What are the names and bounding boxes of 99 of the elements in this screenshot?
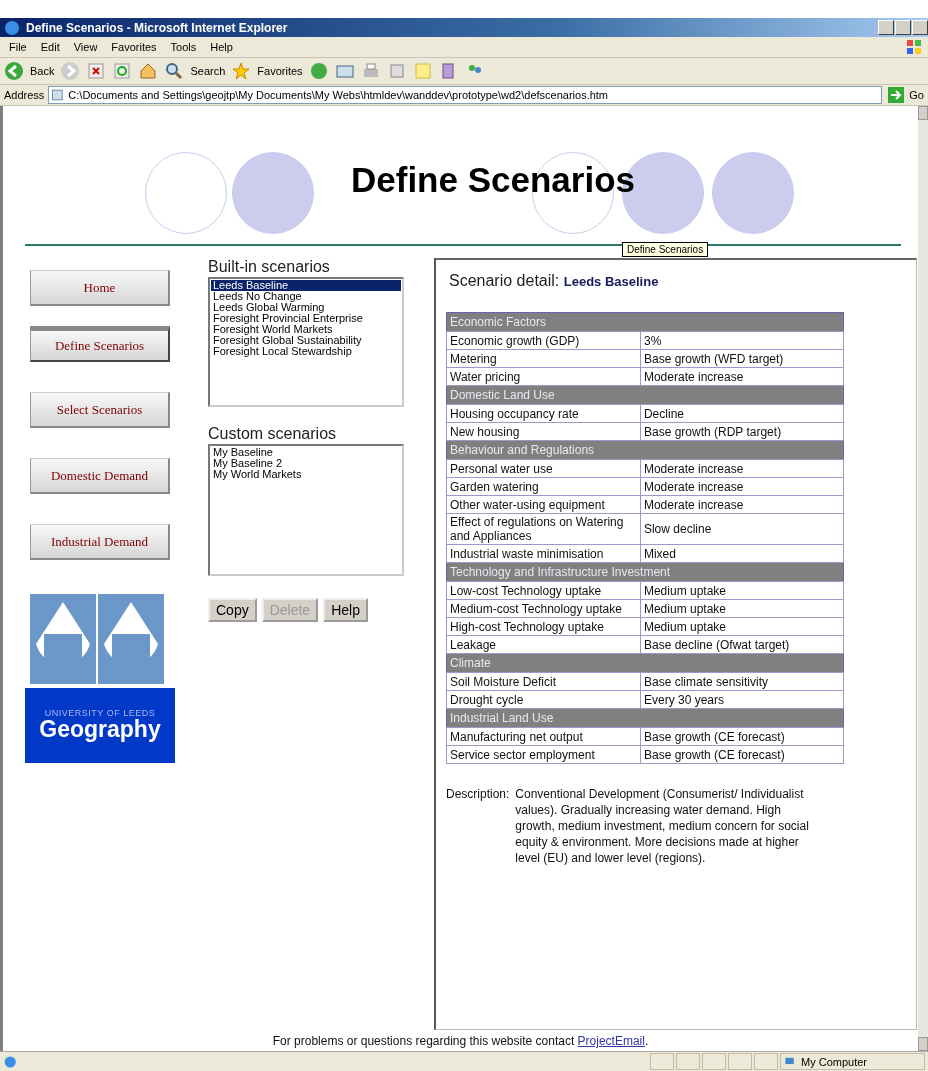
- table-cell: Every 30 years: [640, 690, 844, 709]
- go-button[interactable]: Go: [909, 89, 924, 101]
- windows-flag-icon: [904, 37, 924, 57]
- table-cell: New housing: [446, 422, 641, 441]
- status-pane: [650, 1053, 674, 1070]
- status-pane: [702, 1053, 726, 1070]
- close-button[interactable]: [912, 20, 928, 35]
- table-cell: Base growth (WFD target): [640, 349, 844, 368]
- nav-button[interactable]: Domestic Demand: [30, 458, 170, 494]
- list-label: Built-in scenarios: [208, 258, 331, 276]
- table-cell: Base growth (CE forecast): [640, 727, 844, 746]
- window-title: Define Scenarios - Microsoft Internet Explorer: [26, 20, 289, 35]
- back-icon[interactable]: [4, 61, 24, 81]
- table-cell: Manufacturing net output: [446, 727, 641, 746]
- table-cell: Base growth (CE forecast): [640, 745, 844, 764]
- status-pane: [754, 1053, 778, 1070]
- form-button[interactable]: Copy: [208, 598, 257, 622]
- list-item[interactable]: Leeds No Change: [211, 291, 401, 302]
- star-icon[interactable]: [231, 61, 252, 81]
- menu-item[interactable]: View: [68, 41, 103, 53]
- address-label: Address: [4, 89, 45, 101]
- nav-button[interactable]: Select Scenarios: [30, 392, 170, 428]
- status-pane: [728, 1053, 752, 1070]
- list-item[interactable]: Foresight Provincial Enterprise: [211, 313, 401, 324]
- table-cell: Metering: [446, 349, 641, 368]
- table-cell: Personal water use: [446, 459, 641, 478]
- page-icon: [51, 87, 66, 103]
- logo-caption: UNIVERSITY OF LEEDS: [44, 708, 156, 718]
- menu-item[interactable]: Help: [205, 41, 238, 53]
- tooltip: Define Scenarios: [622, 242, 709, 257]
- table-cell: Garden watering: [446, 477, 641, 496]
- nav-button[interactable]: Define Scenarios: [30, 326, 170, 362]
- detail-title: Scenario detail: Leeds Baseline: [449, 272, 660, 290]
- email-link[interactable]: ProjectEmail: [577, 1034, 645, 1048]
- form-button[interactable]: Help: [323, 598, 368, 622]
- table-cell: 3%: [640, 331, 844, 350]
- list-item[interactable]: My World Markets: [211, 469, 401, 480]
- nav-button[interactable]: Industrial Demand: [30, 524, 170, 560]
- refresh-icon[interactable]: [112, 61, 133, 81]
- table-cell: Medium-cost Technology uptake: [446, 599, 641, 618]
- table-cell: Moderate increase: [640, 459, 844, 478]
- footer-text: For problems or questions regarding this website contact: [272, 1034, 576, 1048]
- address-field[interactable]: C:\Documents and Settings\geojtp\My Documents\My Webs\htmldev\wanddev\prototype\wd2\defscenarios.htm: [48, 86, 883, 104]
- table-cell: Effect of regulations on Watering and Appliances: [446, 513, 641, 545]
- table-cell: Medium uptake: [640, 617, 844, 636]
- table-cell: Industrial waste minimisation: [446, 544, 641, 563]
- nav-button[interactable]: Home: [30, 270, 170, 306]
- table-cell: Leakage: [446, 635, 641, 654]
- table-cell: Mixed: [640, 544, 844, 563]
- page-title: Define Scenarios: [351, 160, 635, 200]
- list-item[interactable]: Leeds Global Warming: [211, 302, 401, 313]
- description-text: Conventional Development (Consumerist/ Individualist values). Gradually increasing water demand. High growth, medium investment, medium concern for social equity & environment. More decisions made at higher level (EU) and lower level (regions).: [515, 786, 810, 866]
- table-cell: Base decline (Ofwat target): [640, 635, 844, 654]
- list-item[interactable]: My Baseline: [211, 447, 401, 458]
- custom-listbox[interactable]: My Baseline My Baseline 2 My World Markets: [208, 444, 404, 576]
- stop-icon[interactable]: [86, 61, 107, 81]
- table-cell: Soil Moisture Deficit: [446, 672, 641, 691]
- search-button[interactable]: Search: [190, 65, 226, 77]
- table-cell: Slow decline: [640, 513, 844, 545]
- table-cell: High-cost Technology uptake: [446, 617, 641, 636]
- section-header: Economic Factors: [446, 312, 844, 332]
- menu-item[interactable]: Favorites: [106, 41, 162, 53]
- minimize-button[interactable]: [878, 20, 894, 35]
- table-cell: Service sector employment: [446, 745, 641, 764]
- footer-period: .: [644, 1034, 649, 1048]
- search-icon[interactable]: [164, 61, 185, 81]
- table-cell: Medium uptake: [640, 581, 844, 600]
- list-item[interactable]: My Baseline 2: [211, 458, 401, 469]
- table-cell: Medium uptake: [640, 599, 844, 618]
- table-cell: Moderate increase: [640, 367, 844, 386]
- menu-item[interactable]: Tools: [165, 41, 202, 53]
- list-item[interactable]: Leeds Baseline: [211, 280, 401, 291]
- menu-item[interactable]: Edit: [35, 41, 65, 53]
- table-cell: Other water-using equipment: [446, 495, 641, 514]
- menu-item[interactable]: File: [4, 41, 32, 53]
- table-cell: Base growth (RDP target): [640, 422, 844, 441]
- home-icon[interactable]: [138, 61, 159, 81]
- back-button[interactable]: Back: [30, 65, 55, 77]
- logo-text: Geography: [39, 716, 161, 743]
- description-label: Description:: [446, 786, 510, 803]
- table-cell: Moderate increase: [640, 477, 844, 496]
- favorites-button[interactable]: Favorites: [257, 65, 303, 77]
- list-item[interactable]: Foresight Global Sustainability: [211, 335, 401, 346]
- list-item[interactable]: Foresight World Markets: [211, 324, 401, 335]
- list-item[interactable]: Foresight Local Stewardship: [211, 346, 401, 357]
- zone-label: My Computer: [801, 1055, 868, 1068]
- forward-icon[interactable]: [60, 61, 81, 81]
- table-cell: Water pricing: [446, 367, 641, 386]
- table-cell: Low-cost Technology uptake: [446, 581, 641, 600]
- list-label: Custom scenarios: [208, 425, 338, 443]
- table-cell: Economic growth (GDP): [446, 331, 641, 350]
- table-cell: Moderate increase: [640, 495, 844, 514]
- table-cell: Base climate sensitivity: [640, 672, 844, 691]
- table-cell: Drought cycle: [446, 690, 641, 709]
- status-pane: [676, 1053, 700, 1070]
- maximize-button[interactable]: [895, 20, 911, 35]
- builtin-listbox[interactable]: Leeds Baseline Leeds No Change Leeds Global Warming Foresight Provincial Enterprise Foresight World Markets Foresight Global Sustainability Foresight Local Stewardship: [208, 277, 404, 407]
- table-cell: Housing occupancy rate: [446, 404, 641, 423]
- table-cell: Decline: [640, 404, 844, 423]
